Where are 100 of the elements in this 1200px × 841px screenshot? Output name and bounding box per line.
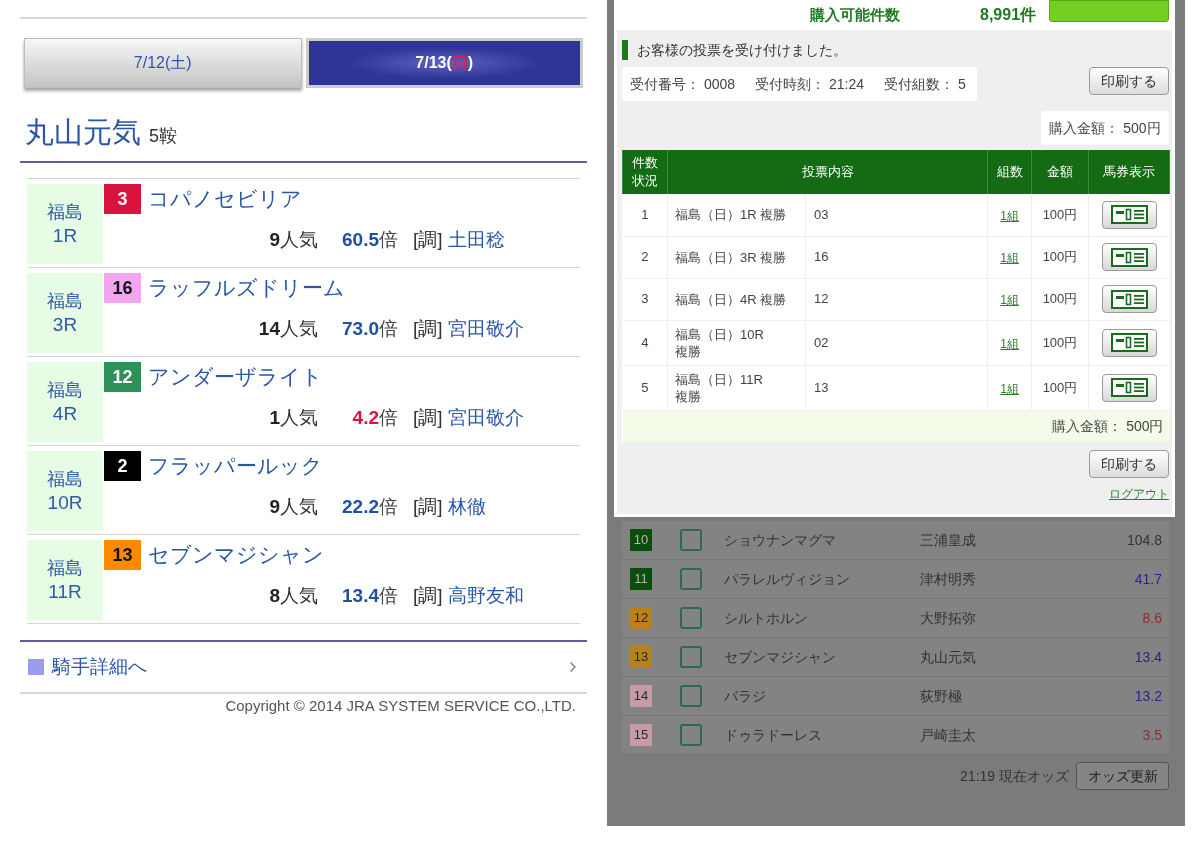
odds-refresh-button[interactable]: オッズ更新 — [1076, 762, 1169, 790]
trainer-tag: [調] — [413, 583, 443, 609]
table-cell: 16 — [805, 236, 988, 278]
horse-name: セブンマジシャン — [724, 647, 837, 667]
odds-text: 22.2倍 — [341, 495, 398, 519]
table-cell: 100円 — [1031, 236, 1089, 278]
ticket-icon — [1110, 378, 1148, 397]
trainer-tag: [調] — [413, 405, 443, 431]
trainer-tag: [調] — [413, 227, 443, 253]
trainer-link[interactable]: 宮田敬介 — [447, 316, 524, 342]
table-cell: 12 — [805, 278, 988, 320]
table-cell: 福島（日）4R 複勝 — [667, 278, 806, 320]
odds-value: 41.7 — [1134, 569, 1162, 589]
table-header-cell: 投票内容 — [667, 150, 988, 194]
horse-name: ショウナンマグマ — [724, 530, 837, 550]
table-cell: 13 — [805, 365, 988, 410]
ticket-icon — [1110, 205, 1148, 225]
trainer-tag: [調] — [413, 316, 443, 342]
trainer-link[interactable]: 土田稔 — [447, 227, 505, 253]
checkbox[interactable] — [680, 685, 702, 707]
venue-label: 福島 — [47, 201, 83, 224]
table-header-cell: 馬券表示 — [1088, 150, 1170, 194]
table-cell: 3 — [622, 278, 668, 320]
trainer-tag: [調] — [413, 494, 443, 520]
ticket-view-button[interactable] — [1101, 373, 1157, 402]
notice-text: お客様の投票を受け付けました。 — [637, 40, 847, 60]
combos-link[interactable]: 1組 — [1000, 293, 1019, 307]
horse-number-badge: 14 — [630, 685, 652, 707]
purchase-total: 購入金額： 500円 — [1041, 111, 1169, 145]
date-tab[interactable]: 7/13(日) — [305, 38, 583, 88]
odds-value: 104.8 — [1126, 530, 1162, 550]
horse-number-badge: 12 — [104, 362, 141, 392]
odds-time-text: 21:19 現在オッズ — [960, 766, 1069, 786]
jockey-detail-link[interactable]: 騎手詳細へ — [52, 652, 147, 682]
checkbox[interactable] — [680, 607, 702, 629]
race-label: 4R — [52, 402, 78, 425]
venue-label: 福島 — [47, 290, 83, 313]
trainer-link[interactable]: 高野友和 — [447, 583, 524, 609]
print-button[interactable]: 印刷する — [1089, 67, 1169, 95]
horse-name-link[interactable]: セブンマジシャン — [148, 539, 324, 571]
ticket-view-button[interactable] — [1101, 200, 1157, 229]
horse-name-link[interactable]: アンダーザライト — [148, 361, 323, 393]
horse-name: バラジ — [724, 686, 767, 706]
ticket-view-button[interactable] — [1101, 328, 1157, 357]
combos-link[interactable]: 1組 — [1000, 381, 1019, 396]
horse-number-badge: 13 — [104, 540, 141, 570]
popularity-text: 8人気 — [268, 584, 318, 608]
race-label: 10R — [47, 491, 83, 514]
checkbox[interactable] — [680, 568, 702, 590]
jockey-name: 丸山元気 — [25, 115, 141, 150]
horse-number-badge: 3 — [104, 184, 141, 214]
popularity-text: 9人気 — [268, 495, 318, 519]
jockey-name: 丸山元気 — [920, 647, 976, 667]
checkbox[interactable] — [680, 529, 702, 551]
checkbox[interactable] — [680, 724, 702, 746]
trainer-link[interactable]: 宮田敬介 — [447, 405, 524, 431]
odds-text: 73.0倍 — [341, 317, 398, 341]
table-cell: 100円 — [1031, 278, 1089, 320]
trainer-link[interactable]: 林徹 — [447, 494, 486, 520]
horse-name-link[interactable]: ラッフルズドリーム — [148, 272, 345, 304]
venue-label: 福島 — [47, 468, 83, 491]
table-cell: 2 — [622, 236, 668, 278]
table-cell: 福島（日）11R 複勝 — [667, 365, 806, 410]
odds-value: 13.4 — [1134, 647, 1162, 667]
purchasable-count-value: 8,991件 — [980, 5, 1037, 25]
top-action-button[interactable] — [1049, 0, 1169, 22]
table-cell: 100円 — [1031, 194, 1089, 236]
table-cell: 100円 — [1031, 320, 1089, 365]
ticket-view-button[interactable] — [1101, 243, 1157, 271]
print-button[interactable]: 印刷する — [1089, 450, 1169, 478]
receipt-field-text: 受付時刻： 21:24 — [755, 74, 864, 94]
venue-label: 福島 — [47, 557, 83, 580]
table-cell: 福島（日）1R 複勝 — [667, 194, 806, 236]
date-tab[interactable]: 7/12(土) — [24, 38, 302, 88]
combos-link[interactable]: 1組 — [1000, 251, 1019, 265]
purchasable-count-label: 購入可能件数 — [810, 4, 901, 25]
table-cell: 5 — [622, 365, 668, 410]
table-cell: 4 — [622, 320, 668, 365]
horse-name-link[interactable]: コパノセビリア — [148, 183, 302, 215]
odds-value: 13.2 — [1134, 686, 1162, 706]
horse-number-badge: 12 — [630, 607, 652, 629]
table-cell: 福島（日）10R 複勝 — [667, 320, 806, 365]
jockey-name: 津村明秀 — [920, 569, 976, 589]
jockey-name: 荻野極 — [920, 686, 962, 706]
table-header-cell: 金額 — [1031, 150, 1089, 194]
odds-value: 3.5 — [1142, 725, 1162, 745]
table-cell: 100円 — [1031, 365, 1089, 410]
ticket-view-button[interactable] — [1101, 285, 1157, 313]
table-header-cell: 件数状況 — [622, 150, 668, 194]
checkbox[interactable] — [680, 646, 702, 668]
combos-link[interactable]: 1組 — [1000, 336, 1019, 351]
odds-text: 4.2倍 — [351, 406, 398, 430]
copyright-text: Copyright © 2014 JRA SYSTEM SERVICE CO.,LTD. — [225, 696, 576, 716]
race-label: 3R — [52, 313, 78, 336]
race-label: 1R — [52, 224, 78, 247]
receipt-field-text: 受付組数： 5 — [884, 74, 966, 94]
horse-name-link[interactable]: フラッパールック — [148, 450, 323, 482]
logout-link[interactable]: ログアウト — [1109, 487, 1169, 502]
combos-link[interactable]: 1組 — [1000, 208, 1019, 223]
receipt-field-text: 受付番号： 0008 — [630, 74, 736, 94]
